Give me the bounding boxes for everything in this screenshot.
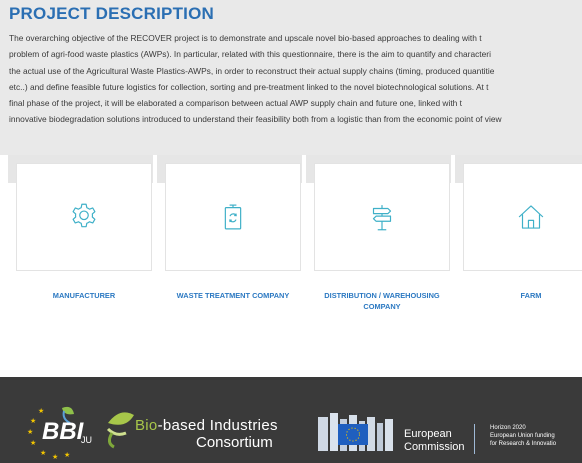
ec-logo-text: European Commission xyxy=(404,428,465,454)
svg-text:★: ★ xyxy=(40,449,46,457)
horizon-line3: for Research & Innovatio xyxy=(490,441,557,447)
bic-logo-rest: -based Industries xyxy=(157,417,278,434)
section-title: PROJECT DESCRIPTION xyxy=(9,4,214,23)
card-farm[interactable] xyxy=(463,163,582,271)
bbi-logo-ju: JU xyxy=(81,435,92,445)
signpost-icon xyxy=(365,200,399,234)
bic-logo-accent: Bio xyxy=(135,417,158,434)
svg-text:★: ★ xyxy=(38,407,44,415)
description-line: The overarching objective of the RECOVER… xyxy=(9,33,482,43)
house-icon xyxy=(514,200,548,234)
svg-text:★: ★ xyxy=(64,451,70,459)
ec-logo-line2: Commission xyxy=(404,441,465,453)
horizon-line1: Horizon 2020 xyxy=(490,425,526,431)
page: PROJECT DESCRIPTION The overarching obje… xyxy=(0,0,582,463)
bic-leaf-icon xyxy=(106,412,134,449)
footer-graphics: ★ ★ ★ ★ ★ ★ ★ xyxy=(27,406,393,461)
bic-logo-line1: Bio-based Industries xyxy=(135,417,278,434)
card-label-waste-treatment-company: WASTE TREATMENT COMPANY xyxy=(176,291,290,300)
description-line: final phase of the project, it will be e… xyxy=(9,98,462,109)
horizon-line2: European Union funding xyxy=(490,433,555,439)
european-commission-logo xyxy=(318,413,393,451)
project-description: The overarching objective of the RECOVER… xyxy=(9,30,582,128)
svg-text:★: ★ xyxy=(30,439,36,447)
bbi-logo-text: BBI xyxy=(42,418,84,445)
card-waste-treatment-company[interactable] xyxy=(165,163,301,271)
bic-logo-line2: Consortium xyxy=(196,434,273,451)
description-line: the actual use of the Agricultural Waste… xyxy=(9,65,495,76)
svg-text:★: ★ xyxy=(30,417,36,425)
card-label-distribution-warehousing-company: DISTRIBUTION / WAREHOUSING COMPANY xyxy=(324,291,440,311)
card-distribution-warehousing-company[interactable] xyxy=(314,163,450,271)
description-line: etc..) and define feasible future logist… xyxy=(9,81,489,92)
description-line: innovative biodegradation solutions intr… xyxy=(9,114,502,125)
ec-logo-line1: European xyxy=(404,428,452,440)
divider xyxy=(474,424,475,454)
svg-text:★: ★ xyxy=(27,428,33,436)
footer: ★ ★ ★ ★ ★ ★ ★ BBI JU Bio-based Industrie… xyxy=(0,377,582,463)
card-label-manufacturer: MANUFACTURER xyxy=(52,291,116,300)
horizon-2020-text: Horizon 2020 European Union funding for … xyxy=(490,424,556,448)
card-manufacturer[interactable] xyxy=(16,163,152,271)
description-line: problem of agri-food waste plastics (AWP… xyxy=(9,49,491,60)
recycle-bin-icon xyxy=(216,200,250,234)
svg-text:★: ★ xyxy=(52,453,58,461)
gear-icon xyxy=(67,200,101,234)
card-label-farm: FARM xyxy=(520,291,542,300)
